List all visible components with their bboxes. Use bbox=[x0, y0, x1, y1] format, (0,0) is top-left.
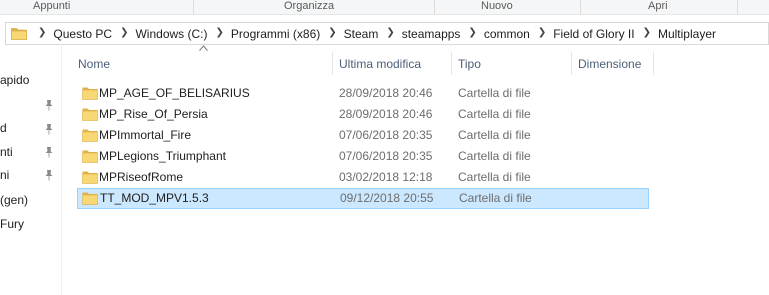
file-row-selected[interactable]: TT_MOD_MPV1.5.3 09/12/2018 20:55 Cartell… bbox=[77, 188, 649, 209]
chevron-right-icon[interactable]: ❯ bbox=[120, 27, 128, 38]
pin-icon[interactable] bbox=[44, 169, 54, 181]
ribbon-group-organizza: Organizza bbox=[284, 0, 335, 12]
column-divider[interactable] bbox=[653, 52, 654, 75]
breadcrumb-item-current[interactable]: Multiplayer bbox=[658, 27, 716, 41]
file-modified: 07/06/2018 20:35 bbox=[339, 128, 433, 142]
breadcrumb: ❯ Questo PC ❯ Windows (C:) ❯ Programmi (… bbox=[30, 23, 716, 44]
file-modified: 09/12/2018 20:55 bbox=[340, 191, 434, 205]
chevron-right-icon[interactable]: ❯ bbox=[643, 27, 651, 38]
column-header-name[interactable]: Nome bbox=[78, 51, 331, 77]
nav-item[interactable]: (gen) bbox=[0, 191, 62, 209]
folder-icon bbox=[82, 108, 98, 121]
ribbon-divider bbox=[193, 0, 194, 14]
ribbon-group-labels: Appunti Organizza Nuovo Apri bbox=[0, 0, 769, 15]
ribbon-divider bbox=[580, 0, 581, 14]
chevron-right-icon[interactable]: ❯ bbox=[538, 27, 546, 38]
column-divider[interactable] bbox=[571, 52, 572, 75]
file-row[interactable]: MP_Rise_Of_Persia 28/09/2018 20:46 Carte… bbox=[77, 104, 649, 125]
navigation-pane: apido d nti ni (gen) Fury bbox=[0, 46, 62, 295]
ribbon-divider bbox=[434, 0, 435, 14]
column-divider[interactable] bbox=[332, 52, 333, 75]
file-type: Cartella di file bbox=[458, 149, 531, 163]
file-name: MP_AGE_OF_BELISARIUS bbox=[99, 86, 250, 100]
chevron-right-icon[interactable]: ❯ bbox=[468, 27, 476, 38]
breadcrumb-item[interactable]: Field of Glory II bbox=[553, 27, 634, 41]
column-header-modified[interactable]: Ultima modifica bbox=[339, 51, 449, 77]
file-modified: 07/06/2018 20:35 bbox=[339, 149, 433, 163]
chevron-right-icon[interactable]: ❯ bbox=[216, 27, 224, 38]
folder-icon bbox=[82, 171, 98, 184]
ribbon-group-nuovo: Nuovo bbox=[481, 0, 513, 12]
file-row[interactable]: MP_AGE_OF_BELISARIUS 28/09/2018 20:46 Ca… bbox=[77, 83, 649, 104]
column-divider[interactable] bbox=[451, 52, 452, 75]
file-name: MP_Rise_Of_Persia bbox=[99, 107, 208, 121]
chevron-right-icon[interactable]: ❯ bbox=[386, 27, 394, 38]
file-name: MPRiseofRome bbox=[99, 170, 184, 184]
pin-icon[interactable] bbox=[44, 123, 54, 135]
file-row[interactable]: MPLegions_Triumphant 07/06/2018 20:35 Ca… bbox=[77, 146, 649, 167]
file-type: Cartella di file bbox=[458, 128, 531, 142]
ribbon-group-appunti: Appunti bbox=[33, 0, 71, 12]
column-header-type[interactable]: Tipo bbox=[458, 51, 568, 77]
breadcrumb-item[interactable]: Questo PC bbox=[53, 27, 112, 41]
column-header-size[interactable]: Dimensione bbox=[578, 51, 653, 77]
chevron-right-icon[interactable]: ❯ bbox=[38, 27, 46, 38]
ribbon-group-apri: Apri bbox=[648, 0, 668, 12]
breadcrumb-item[interactable]: Steam bbox=[344, 27, 379, 41]
file-modified: 03/02/2018 12:18 bbox=[339, 170, 433, 184]
file-name: MPImmortal_Fire bbox=[99, 128, 192, 142]
nav-item[interactable]: Fury bbox=[0, 215, 62, 233]
file-type: Cartella di file bbox=[458, 86, 531, 100]
chevron-right-icon[interactable]: ❯ bbox=[328, 27, 336, 38]
pin-icon[interactable] bbox=[44, 99, 54, 111]
breadcrumb-item[interactable]: common bbox=[484, 27, 530, 41]
folder-icon bbox=[82, 192, 98, 205]
file-type: Cartella di file bbox=[459, 191, 532, 205]
file-type: Cartella di file bbox=[458, 107, 531, 121]
address-bar[interactable]: ❯ Questo PC ❯ Windows (C:) ❯ Programmi (… bbox=[5, 22, 769, 45]
file-type: Cartella di file bbox=[458, 170, 531, 184]
folder-icon bbox=[82, 150, 98, 163]
breadcrumb-item[interactable]: steamapps bbox=[402, 27, 461, 41]
folder-icon bbox=[82, 129, 98, 142]
file-name: TT_MOD_MPV1.5.3 bbox=[100, 191, 209, 205]
file-modified: 28/09/2018 20:46 bbox=[339, 86, 433, 100]
folder-icon bbox=[11, 28, 27, 40]
nav-item[interactable]: apido bbox=[0, 71, 62, 89]
pin-icon[interactable] bbox=[44, 146, 54, 158]
file-name: MPLegions_Triumphant bbox=[99, 149, 226, 163]
file-row[interactable]: MPImmortal_Fire 07/06/2018 20:35 Cartell… bbox=[77, 125, 649, 146]
file-row[interactable]: MPRiseofRome 03/02/2018 12:18 Cartella d… bbox=[77, 167, 649, 188]
breadcrumb-item[interactable]: Windows (C:) bbox=[135, 27, 207, 41]
breadcrumb-item[interactable]: Programmi (x86) bbox=[231, 27, 320, 41]
ribbon-divider bbox=[737, 0, 738, 14]
file-modified: 28/09/2018 20:46 bbox=[339, 107, 433, 121]
folder-icon bbox=[82, 87, 98, 100]
